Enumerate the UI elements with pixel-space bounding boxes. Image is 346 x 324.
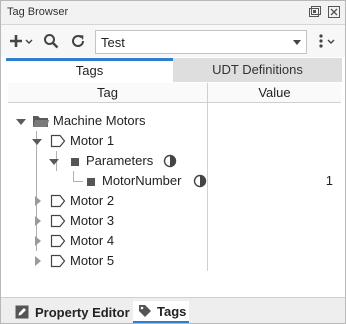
add-button[interactable]: [9, 31, 35, 51]
collapsed-caret-icon[interactable]: [35, 196, 41, 206]
dock-tab-strip: Property Editor Tags: [1, 297, 345, 323]
tab-tags[interactable]: Tags: [6, 58, 173, 82]
tag-icon: [138, 304, 152, 318]
udt-instance-icon: [50, 234, 66, 251]
tree-row-label: Machine Motors: [53, 113, 146, 128]
memory-tag-icon: [86, 176, 96, 190]
tree-row-label: Motor 2: [70, 193, 115, 208]
tag-tree-table: Tag Value Machine Motors Motor 1 Paramet…: [8, 83, 341, 271]
tree-row-label: Motor 4: [70, 233, 115, 248]
refresh-icon[interactable]: [69, 31, 87, 51]
collapsed-caret-icon[interactable]: [35, 216, 41, 226]
chevron-down-icon: [293, 40, 301, 45]
udt-instance-icon: [50, 134, 66, 151]
dock-tab-label: Tags: [157, 303, 187, 319]
tab-udt-definitions[interactable]: UDT Definitions: [173, 58, 342, 82]
folder-icon: [32, 114, 50, 131]
column-header-value[interactable]: Value: [208, 83, 341, 103]
expanded-caret-icon[interactable]: [32, 139, 42, 145]
udt-instance-icon: [50, 194, 66, 211]
toolbar: Test: [1, 25, 345, 57]
tree-row-label: MotorNumber: [102, 173, 182, 188]
tree-row-motor-4[interactable]: Motor 4: [8, 231, 341, 251]
tag-state-icon: [163, 154, 177, 171]
tag-state-icon: [193, 174, 207, 191]
collapsed-caret-icon[interactable]: [35, 236, 41, 246]
udt-instance-icon: [50, 214, 66, 231]
tree-row-motor-3[interactable]: Motor 3: [8, 211, 341, 231]
tree-row-label: Motor 1: [70, 133, 115, 148]
tree-row-motornumber[interactable]: MotorNumber 1: [8, 171, 341, 191]
tag-browser-panel: Tag Browser Test Tags UDT Definitions Ta…: [0, 0, 346, 324]
expanded-caret-icon[interactable]: [49, 159, 59, 165]
close-icon[interactable]: [327, 5, 341, 19]
tab-strip: Tags UDT Definitions: [6, 58, 342, 82]
tree-row-motor-1[interactable]: Motor 1: [8, 131, 341, 151]
more-options-button[interactable]: [315, 31, 337, 51]
tree-row-label: Motor 3: [70, 213, 115, 228]
parameters-icon: [70, 156, 80, 170]
udt-instance-icon: [50, 254, 66, 271]
dock-tab-label: Property Editor: [35, 304, 130, 320]
restore-icon[interactable]: [308, 5, 322, 19]
tree-row-label: Parameters: [86, 153, 154, 168]
title-bar: Tag Browser: [1, 1, 345, 25]
dock-tab-property-editor[interactable]: Property Editor: [9, 301, 131, 323]
edit-icon: [15, 305, 29, 319]
tree-row-machine-motors[interactable]: Machine Motors: [8, 111, 341, 131]
window-title: Tag Browser: [7, 6, 69, 18]
expanded-caret-icon[interactable]: [16, 119, 26, 125]
tree-row-motor-5[interactable]: Motor 5: [8, 251, 341, 271]
column-header-tag[interactable]: Tag: [8, 83, 207, 103]
tree-row-parameters[interactable]: Parameters: [8, 151, 341, 171]
table-header: Tag Value: [8, 83, 341, 103]
tag-provider-dropdown[interactable]: Test: [95, 30, 307, 54]
tree-row-motor-2[interactable]: Motor 2: [8, 191, 341, 211]
dock-tab-tags[interactable]: Tags: [133, 301, 189, 323]
tree-row-value: 1: [325, 173, 333, 188]
tree-row-label: Motor 5: [70, 253, 115, 268]
collapsed-caret-icon[interactable]: [35, 256, 41, 266]
tag-provider-value: Test: [101, 35, 125, 50]
search-icon[interactable]: [42, 31, 60, 51]
